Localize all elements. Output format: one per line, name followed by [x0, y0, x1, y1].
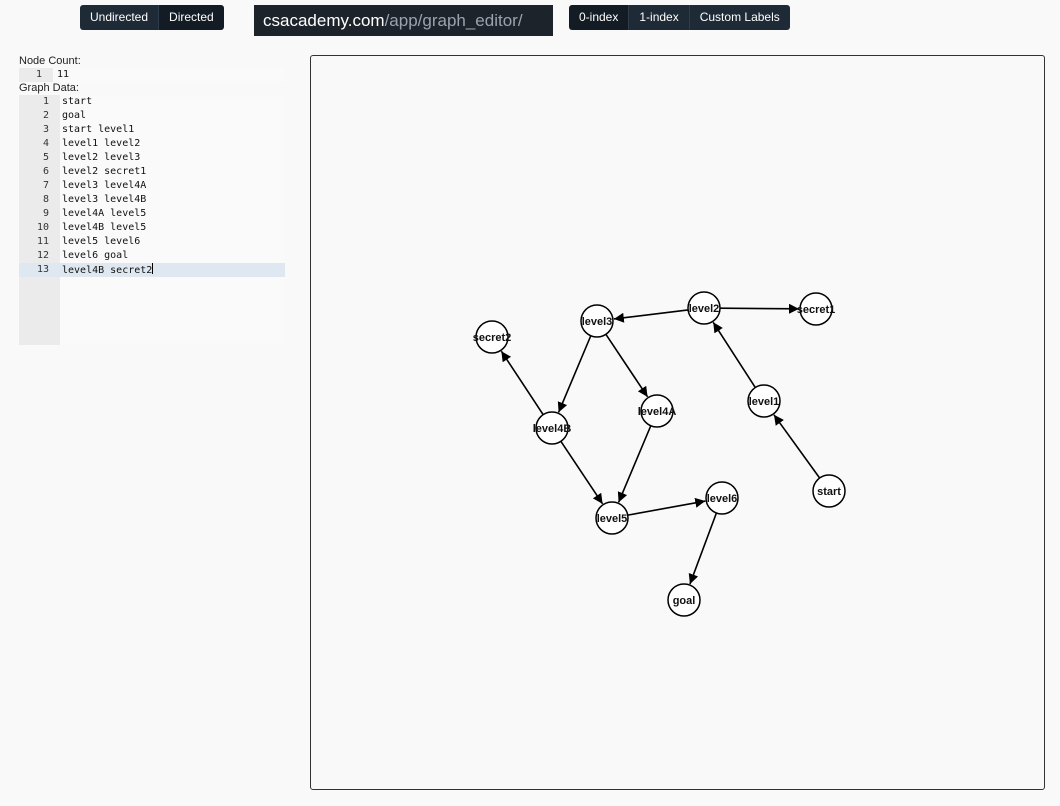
- line-number: 9: [42, 208, 49, 219]
- line-text: level4A level5: [62, 208, 147, 219]
- node-count-editor[interactable]: 1 11: [19, 68, 285, 82]
- graph-node-level6[interactable]: level6: [705, 481, 739, 515]
- editor-line[interactable]: 11 level5 level6: [19, 235, 285, 249]
- line-number: 8: [42, 194, 49, 205]
- editor-line[interactable]: 5 level2 level3: [19, 151, 285, 165]
- node-label: level3: [582, 316, 613, 328]
- line-text: level4B secret2: [62, 263, 154, 278]
- node-count-label: Node Count:: [19, 55, 81, 67]
- line-text-content: level4B secret2: [62, 265, 153, 276]
- node-label: level2: [689, 303, 720, 315]
- edge-level3-level4B: [557, 335, 592, 413]
- node-label: goal: [673, 595, 696, 607]
- editor-line[interactable]: 1 start: [19, 95, 285, 109]
- url-bar[interactable]: csacademy.com/app/graph_editor/: [254, 5, 553, 36]
- editor-line[interactable]: 9 level4A level5: [19, 207, 285, 221]
- graph-node-level4B[interactable]: level4B: [533, 411, 572, 445]
- node-label: level6: [707, 493, 738, 505]
- editor-line[interactable]: 2 goal: [19, 109, 285, 123]
- url-path: /app/graph_editor/: [384, 11, 523, 30]
- node-label: level5: [597, 513, 628, 525]
- graph-node-level5[interactable]: level5: [595, 501, 629, 535]
- editor-line[interactable]: 3 start level1: [19, 123, 285, 137]
- line-number: 4: [42, 138, 49, 149]
- one-index-button[interactable]: 1-index: [629, 5, 690, 30]
- line-number: 11: [36, 236, 49, 247]
- url-host: csacademy.com: [263, 11, 385, 30]
- edge-level6-goal: [688, 512, 718, 585]
- line-text: level5 level6: [62, 236, 141, 247]
- node-label: level1: [749, 396, 780, 408]
- line-text: level2 level3: [62, 152, 141, 163]
- graph-node-start[interactable]: start: [812, 474, 846, 508]
- editor-line[interactable]: 8 level3 level4B: [19, 193, 285, 207]
- edge-level2-secret1: [719, 303, 800, 314]
- graph-node-level2[interactable]: level2: [687, 291, 721, 325]
- line-text: level2 secret1: [62, 166, 147, 177]
- editor-line[interactable]: 7 level3 level4A: [19, 179, 285, 193]
- edge-level2-level3: [613, 309, 689, 323]
- line-number: 1: [42, 96, 49, 107]
- edge-level4A-level5: [617, 425, 652, 503]
- line-number: 7: [42, 180, 49, 191]
- edge-level4B-secret2: [500, 350, 544, 416]
- line-text: goal: [62, 110, 87, 121]
- line-text: start level1: [62, 124, 135, 135]
- line-number: 3: [42, 124, 49, 135]
- undirected-button[interactable]: Undirected: [80, 5, 160, 30]
- line-number: 6: [42, 166, 49, 177]
- text-cursor: [152, 263, 154, 274]
- line-text: level3 level4B: [62, 194, 147, 205]
- line-text: level4B level5: [62, 222, 147, 233]
- edge-start-level1: [773, 414, 821, 479]
- line-text: level3 level4A: [62, 180, 147, 191]
- edge-level3-level4A: [605, 333, 649, 398]
- line-number: 13: [36, 264, 49, 275]
- line-text: 11: [57, 69, 70, 80]
- node-label: secret2: [473, 332, 512, 344]
- line-number: 1: [35, 69, 42, 80]
- edges-layer: [500, 303, 821, 585]
- editor-line[interactable]: 10 level4B level5: [19, 221, 285, 235]
- line-number: 12: [36, 250, 49, 261]
- graph-node-level3[interactable]: level3: [580, 304, 614, 338]
- line-number: 10: [36, 222, 49, 233]
- graph-node-level4A[interactable]: level4A: [638, 394, 677, 428]
- edge-level5-level6: [627, 497, 706, 516]
- edge-level1-level2: [712, 321, 756, 388]
- node-label: secret1: [797, 304, 836, 316]
- graph-data-editor[interactable]: 1 start 2 goal 3 start level1 4 level1 level…: [19, 95, 285, 345]
- editor-line-active[interactable]: 13 level4B secret2: [19, 263, 285, 277]
- index-toggle: 0-index 1-index Custom Labels: [569, 5, 790, 30]
- graph-data-label: Graph Data:: [19, 82, 79, 94]
- node-label: level4B: [533, 423, 572, 435]
- line-number: 5: [42, 152, 49, 163]
- editor-line[interactable]: 6 level2 secret1: [19, 165, 285, 179]
- directed-button[interactable]: Directed: [159, 5, 224, 30]
- nodes-layer: start goal level1 level2 level3 level4A level4…: [473, 291, 846, 617]
- graph-node-secret1[interactable]: secret1: [797, 292, 836, 326]
- editor-line[interactable]: 1 11: [19, 68, 285, 82]
- line-number: 2: [42, 110, 49, 121]
- direction-toggle: Undirected Directed: [80, 5, 224, 30]
- graph-node-goal[interactable]: goal: [667, 583, 701, 617]
- line-text: start: [62, 96, 93, 107]
- node-label: start: [817, 486, 841, 498]
- edge-level4B-level5: [560, 440, 604, 505]
- graph-drawing[interactable]: start goal level1 level2 level3 level4A level4…: [311, 56, 1044, 789]
- line-text: level6 goal: [62, 250, 129, 261]
- graph-node-secret2[interactable]: secret2: [473, 320, 512, 354]
- editor-line[interactable]: 12 level6 goal: [19, 249, 285, 263]
- graph-node-level1[interactable]: level1: [747, 384, 781, 418]
- node-label: level4A: [638, 406, 677, 418]
- editor-line[interactable]: 4 level1 level2: [19, 137, 285, 151]
- graph-canvas[interactable]: start goal level1 level2 level3 level4A level4…: [310, 55, 1045, 790]
- line-text: level1 level2: [62, 138, 141, 149]
- custom-labels-button[interactable]: Custom Labels: [689, 5, 790, 30]
- zero-index-button[interactable]: 0-index: [569, 5, 630, 30]
